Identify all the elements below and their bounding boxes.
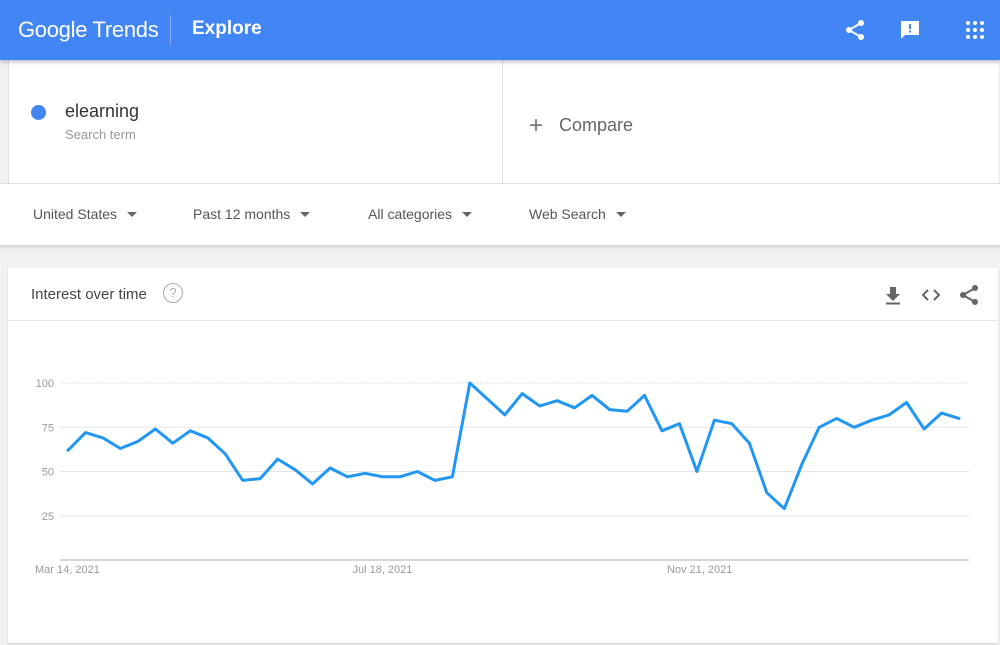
search-terms-panel: elearning Search term + Compare	[8, 60, 998, 183]
region-label: United States	[33, 206, 118, 222]
card-header: Interest over time ?	[8, 268, 998, 321]
embed-icon[interactable]	[920, 284, 942, 306]
filters-bar: United States Past 12 months All categor…	[0, 183, 1000, 245]
search-term-type: Search term	[65, 127, 136, 142]
interest-over-time-card: Interest over time ?	[8, 268, 998, 643]
time-range-dropdown[interactable]: Past 12 months	[193, 206, 311, 222]
compare-label: Compare	[559, 115, 634, 135]
category-label: All categories	[368, 206, 453, 222]
compare-button[interactable]: + Compare	[529, 112, 633, 140]
caret-down-icon	[462, 212, 473, 217]
search-term-name[interactable]: elearning	[65, 101, 139, 122]
card-title: Interest over time	[31, 286, 147, 303]
page-title: Explore	[192, 18, 262, 39]
search-term-card[interactable]: elearning Search term	[9, 60, 503, 183]
caret-down-icon	[127, 212, 138, 217]
plus-icon: +	[529, 112, 544, 139]
apps-grid-icon[interactable]	[963, 18, 987, 42]
caret-down-icon	[300, 212, 311, 217]
google-trends-logo[interactable]: Google Trends	[18, 17, 159, 43]
caret-down-icon	[615, 212, 626, 217]
term-color-dot	[31, 105, 46, 120]
header-divider	[170, 15, 171, 45]
top-bar: Google Trends Explore	[0, 0, 1000, 60]
feedback-icon[interactable]	[898, 18, 922, 42]
region-dropdown[interactable]: United States	[33, 206, 138, 222]
category-dropdown[interactable]: All categories	[368, 206, 473, 222]
time-range-label: Past 12 months	[193, 206, 291, 222]
search-type-label: Web Search	[529, 206, 606, 222]
download-icon[interactable]	[882, 284, 904, 306]
search-type-dropdown[interactable]: Web Search	[529, 206, 626, 222]
help-icon[interactable]: ?	[163, 283, 183, 303]
share-icon[interactable]	[958, 284, 980, 306]
share-icon[interactable]	[843, 18, 867, 42]
